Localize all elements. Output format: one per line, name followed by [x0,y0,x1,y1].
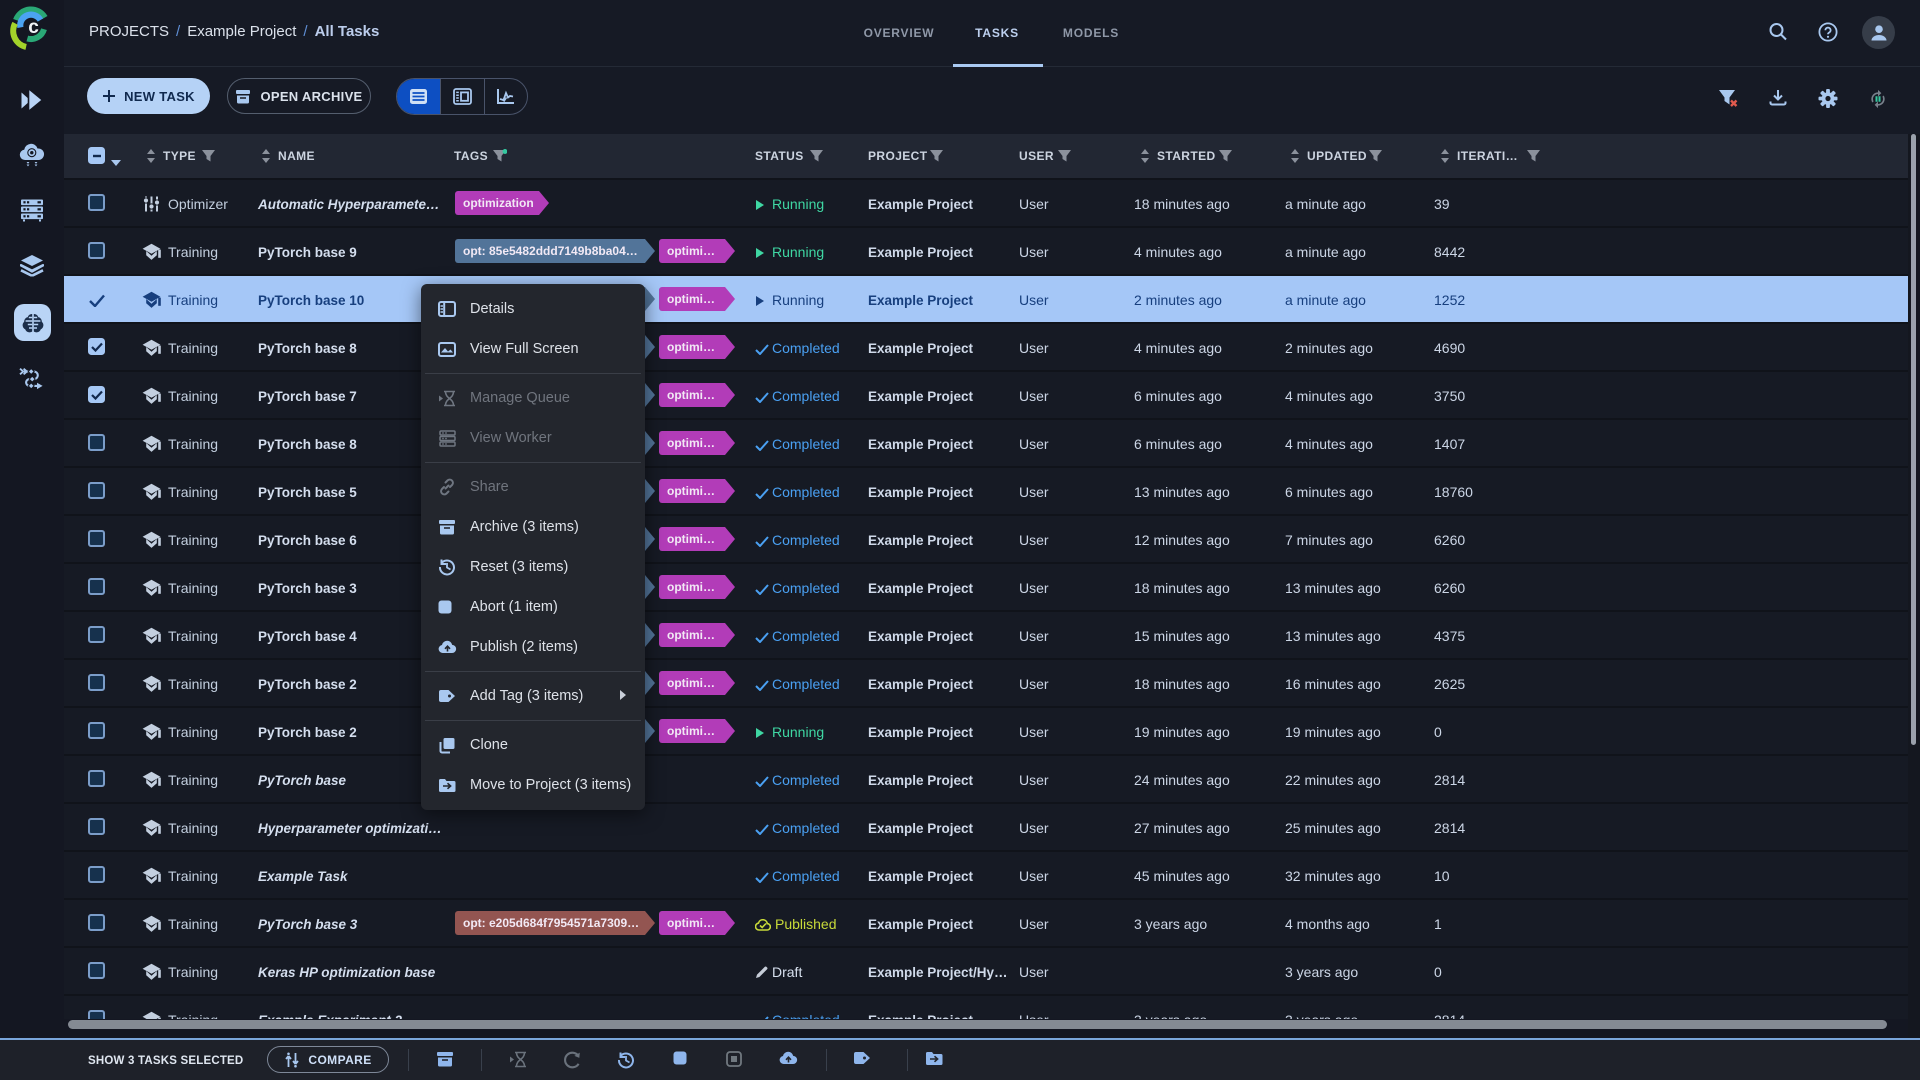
svg-text:c: c [28,17,39,38]
